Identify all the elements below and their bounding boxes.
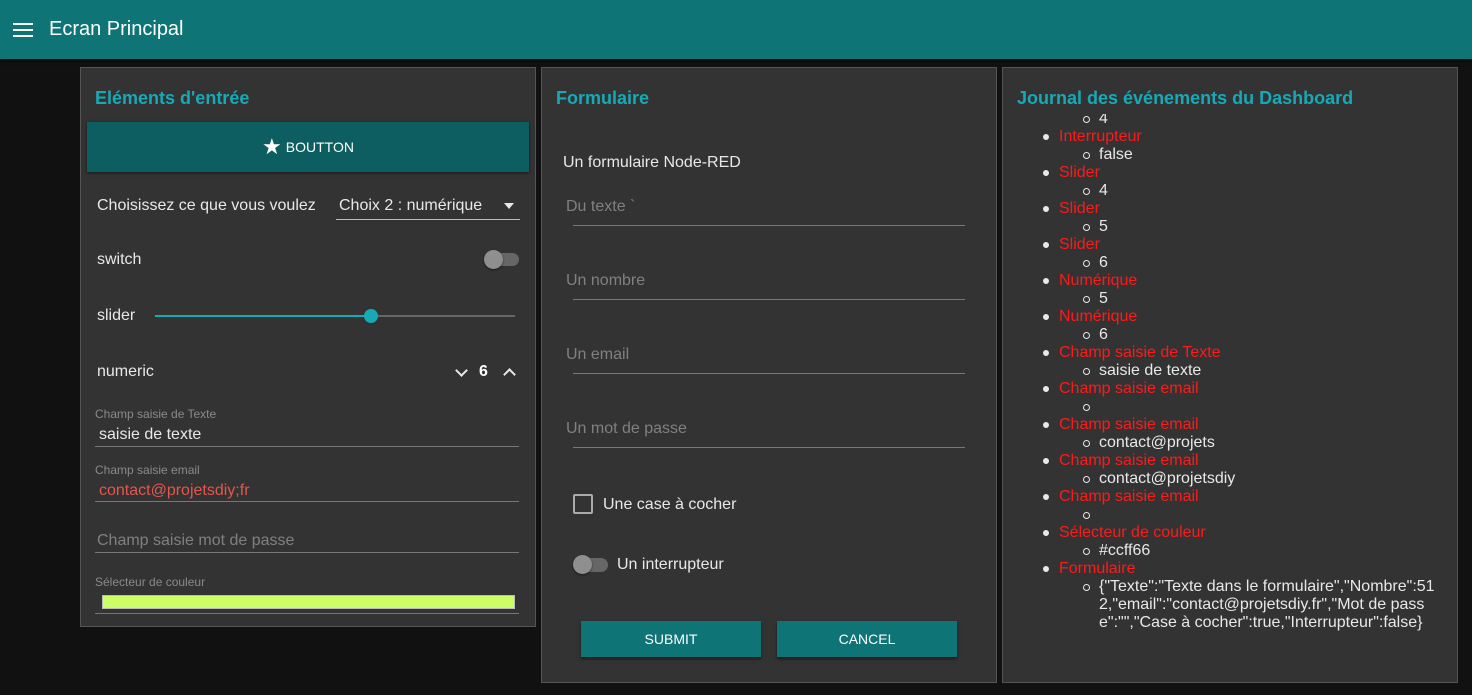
log-event-value: {"Texte":"Texte dans le formulaire","Nom… xyxy=(1003,578,1453,632)
top-bar: Ecran Principal xyxy=(0,0,1472,59)
event-log[interactable]: 4 Interrupteur false Slider 4 Slider 5 Slider 6… xyxy=(1003,114,1453,676)
log-event-value: 6 xyxy=(1003,254,1453,272)
log-event-item: Formulaire xyxy=(1003,560,1453,578)
menu-icon[interactable] xyxy=(13,22,33,37)
form-switch-label: Un interrupteur xyxy=(617,556,724,573)
log-event-name: Numérique xyxy=(1059,308,1138,325)
select-label: Choisissez ce que vous voulez xyxy=(97,197,316,214)
log-event-value: #ccff66 xyxy=(1003,542,1453,560)
form-intro: Un formulaire Node-RED xyxy=(563,154,741,171)
log-event-name: Champ saisie email xyxy=(1059,488,1199,505)
text-field[interactable]: saisie de texte xyxy=(99,426,201,444)
form-switch-knob xyxy=(573,555,592,574)
log-event-name: Champ saisie email xyxy=(1059,380,1199,397)
log-event-name: Champ saisie email xyxy=(1059,452,1199,469)
email-field-underline xyxy=(95,501,519,502)
log-event-item: Slider xyxy=(1003,164,1453,182)
log-card-title: Journal des événements du Dashboard xyxy=(1017,88,1354,108)
log-event-value: 5 xyxy=(1003,290,1453,308)
slider-track[interactable] xyxy=(155,309,515,323)
log-event-item: Champ saisie email xyxy=(1003,380,1453,398)
password-field-underline xyxy=(95,552,519,553)
form-email-placeholder: Un email xyxy=(566,346,630,363)
color-picker[interactable] xyxy=(102,595,515,609)
increment-button[interactable] xyxy=(499,360,519,384)
page-title: Ecran Principal xyxy=(49,18,184,40)
log-event-value: 5 xyxy=(1003,218,1453,236)
log-event-value xyxy=(1003,398,1453,416)
cancel-button[interactable]: CANCEL xyxy=(777,621,957,657)
log-event-value: false xyxy=(1003,146,1453,164)
log-event-item: Slider xyxy=(1003,236,1453,254)
star-icon: ★ xyxy=(262,134,282,159)
log-event-item: Champ saisie email xyxy=(1003,452,1453,470)
log-event-value: contact@projets xyxy=(1003,434,1453,452)
dropdown-value: Choix 2 : numérique xyxy=(339,196,483,214)
color-picker-label: Sélecteur de couleur xyxy=(95,575,206,589)
form-text-placeholder: Du texte ` xyxy=(566,198,636,215)
numeric-value: 6 xyxy=(479,363,488,380)
log-event-name: Slider xyxy=(1059,164,1100,181)
form-checkbox[interactable] xyxy=(573,494,593,514)
log-event-name: Champ saisie email xyxy=(1059,416,1199,433)
color-picker-underline xyxy=(95,613,519,614)
form-checkbox-label: Une case à cocher xyxy=(603,496,737,513)
log-event-value xyxy=(1003,506,1453,524)
text-field-underline xyxy=(95,446,519,447)
log-event-value: contact@projetsdiy xyxy=(1003,470,1453,488)
log-event-name: Sélecteur de couleur xyxy=(1059,524,1206,541)
boutton-button[interactable]: ★ BOUTTON xyxy=(87,122,529,172)
chevron-up-icon xyxy=(502,367,516,381)
switch-knob xyxy=(484,250,503,269)
decrement-button[interactable] xyxy=(451,360,471,384)
slider-thumb[interactable] xyxy=(364,309,378,323)
switch-toggle[interactable] xyxy=(484,250,519,269)
form-password-placeholder: Un mot de passe xyxy=(566,420,687,437)
inputs-card: Eléments d'entrée ★ BOUTTON Choisissez c… xyxy=(80,67,536,627)
form-number-placeholder: Un nombre xyxy=(566,272,646,289)
form-email-field[interactable] xyxy=(573,342,965,374)
log-event-value: 4 xyxy=(1003,182,1453,200)
email-field-label: Champ saisie email xyxy=(95,463,200,477)
log-event-item: Numérique xyxy=(1003,272,1453,290)
boutton-button-label: BOUTTON xyxy=(285,139,354,155)
log-event-name: Slider xyxy=(1059,200,1100,217)
text-field-label: Champ saisie de Texte xyxy=(95,407,217,421)
numeric-label: numeric xyxy=(97,363,154,380)
log-event-name: Slider xyxy=(1059,236,1100,253)
log-event-value: 4 xyxy=(1003,114,1453,128)
log-event-item: Champ saisie email xyxy=(1003,416,1453,434)
form-card: Formulaire Un formulaire Node-RED Du tex… xyxy=(541,67,997,683)
log-event-name: Numérique xyxy=(1059,272,1138,289)
log-event-item: Champ saisie email xyxy=(1003,488,1453,506)
slider-fill xyxy=(155,315,371,317)
event-log-list: 4 Interrupteur false Slider 4 Slider 5 Slider 6… xyxy=(1003,114,1453,632)
email-field[interactable]: contact@projetsdiy;fr xyxy=(99,482,250,500)
log-event-item: Sélecteur de couleur xyxy=(1003,524,1453,542)
log-event-item: Numérique xyxy=(1003,308,1453,326)
log-event-value: 6 xyxy=(1003,326,1453,344)
caret-down-icon xyxy=(504,202,514,209)
switch-label: switch xyxy=(97,251,142,268)
log-event-item: Slider xyxy=(1003,200,1453,218)
password-field[interactable]: Champ saisie mot de passe xyxy=(97,532,294,550)
form-card-title: Formulaire xyxy=(556,88,650,108)
log-event-name: Champ saisie de Texte xyxy=(1059,344,1221,361)
chevron-down-icon xyxy=(454,363,468,377)
submit-button[interactable]: SUBMIT xyxy=(581,621,761,657)
log-event-name: Formulaire xyxy=(1059,560,1136,577)
form-switch[interactable] xyxy=(573,555,608,574)
log-event-item: Interrupteur xyxy=(1003,128,1453,146)
log-event-item: Champ saisie de Texte xyxy=(1003,344,1453,362)
inputs-card-title: Eléments d'entrée xyxy=(95,88,250,108)
slider-label: slider xyxy=(97,307,136,324)
log-event-value: saisie de texte xyxy=(1003,362,1453,380)
choice-dropdown[interactable]: Choix 2 : numérique xyxy=(336,192,520,220)
log-event-name: Interrupteur xyxy=(1059,128,1142,145)
log-card: Journal des événements du Dashboard 4 In… xyxy=(1002,67,1458,683)
